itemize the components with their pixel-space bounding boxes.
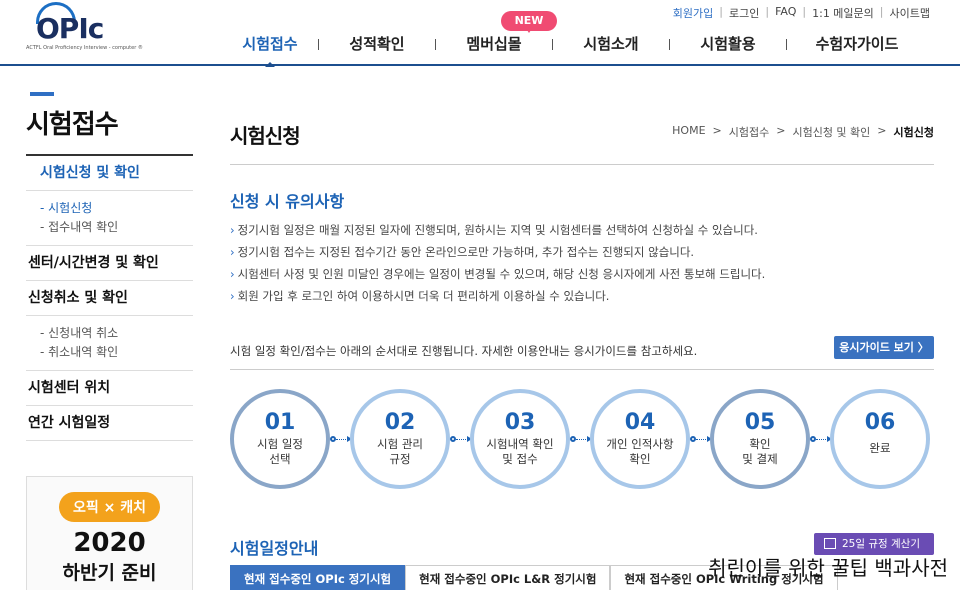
step-label: 확인 및 결제 <box>742 437 778 466</box>
page-title: 시험신청 <box>230 124 301 148</box>
new-badge: NEW <box>501 11 557 33</box>
util-separator: | <box>719 5 723 18</box>
sidebar-subitem-cancel-history[interactable]: - 취소내역 확인 <box>40 343 193 362</box>
breadcrumb: HOME > 시험접수 > 시험신청 및 확인 > 시험신청 <box>672 124 934 140</box>
sidebar-subitem-registration-history[interactable]: - 접수내역 확인 <box>40 218 193 237</box>
notice-item: › 정기시험 일정은 매월 지정된 일자에 진행되며, 원하시는 지역 및 시험센… <box>230 223 758 237</box>
step-6: 06 완료 <box>830 389 930 489</box>
login-link[interactable]: 로그인 <box>729 5 759 21</box>
banner-subtitle: 하반기 준비 <box>62 562 157 584</box>
sidebar-item-apply-check[interactable]: 시험신청 및 확인 <box>26 156 193 191</box>
notice-title: 신청 시 유의사항 <box>230 192 345 211</box>
step-number: 03 <box>504 410 536 435</box>
step-number: 04 <box>624 410 656 435</box>
mail-inquiry-link[interactable]: 1:1 메일문의 <box>812 5 874 21</box>
breadcrumb-separator: > <box>877 124 887 137</box>
arrow-icon: › <box>230 289 235 303</box>
notice-item: › 정기시험 접수는 지정된 접수기간 동안 온라인으로만 가능하며, 추가 접수… <box>230 245 695 259</box>
banner-pill: 오픽 × 캐치 <box>59 492 160 522</box>
nav-exam-intro[interactable]: 시험소개 <box>553 34 669 64</box>
sidebar-item-center-location[interactable]: 시험센터 위치 <box>26 371 193 406</box>
step-number: 05 <box>744 410 776 435</box>
main-nav: 시험접수 성적확인 멤버십몰 시험소개 시험활용 수험자가이드 <box>222 34 927 67</box>
notice-list: › 정기시험 일정은 매월 지정된 일자에 진행되며, 원하시는 지역 및 시험센… <box>230 219 765 307</box>
nav-exam-registration[interactable]: 시험접수 <box>222 34 318 67</box>
step-number: 01 <box>264 410 296 435</box>
tab-opic-regular[interactable]: 현재 접수중인 OPIc 정기시험 <box>230 565 406 590</box>
step-label: 시험 관리 규정 <box>377 437 423 466</box>
sidebar-item-annual-schedule[interactable]: 연간 시험일정 <box>26 406 193 441</box>
title-divider <box>230 164 934 165</box>
tab-opic-lr-regular[interactable]: 현재 접수중인 OPIc L&R 정기시험 <box>405 565 611 590</box>
step-label: 시험내역 확인 및 접수 <box>486 437 554 466</box>
arrow-icon: › <box>230 267 235 281</box>
guide-text: 시험 일정 확인/접수는 아래의 순서대로 진행됩니다. 자세한 이용안내는 응… <box>230 344 698 358</box>
breadcrumb-separator: > <box>776 124 786 137</box>
sidebar-subitem-apply[interactable]: - 시험신청 <box>40 199 193 218</box>
step-label: 완료 <box>869 441 891 455</box>
sidebar-accent-bar <box>30 92 54 96</box>
steps-divider <box>230 369 934 370</box>
step-4: 04 개인 인적사항 확인 <box>590 389 690 489</box>
sidebar-item-center-time-change[interactable]: 센터/시간변경 및 확인 <box>26 246 193 281</box>
step-number: 02 <box>384 410 416 435</box>
arrow-icon: › <box>230 223 235 237</box>
util-separator: | <box>765 5 770 18</box>
sitemap-link[interactable]: 사이트맵 <box>890 5 930 21</box>
util-separator: | <box>879 5 884 18</box>
nav-score-check[interactable]: 성적확인 <box>319 34 435 64</box>
breadcrumb-item[interactable]: 시험신청 및 확인 <box>792 124 870 140</box>
breadcrumb-separator: > <box>712 124 722 137</box>
step-label: 개인 인적사항 확인 <box>606 437 674 466</box>
arrow-icon: › <box>230 245 235 259</box>
step-label: 시험 일정 선택 <box>257 437 303 466</box>
step-number: 06 <box>864 410 896 435</box>
sidebar: 시험접수 시험신청 및 확인 - 시험신청 - 접수내역 확인 센터/시간변경 … <box>26 92 193 441</box>
watermark-text: 취린이를 위한 꿀팁 백과사전 <box>708 556 948 580</box>
calendar-icon <box>824 538 836 549</box>
step-2: 02 시험 관리 규정 <box>350 389 450 489</box>
notice-item: › 회원 가입 후 로그인 하여 이용하시면 더욱 더 편리하게 이용하실 수 있… <box>230 289 610 303</box>
notice-item: › 시험센터 사정 및 인원 미달인 경우에는 일정이 변경될 수 있으며, 해당… <box>230 267 766 281</box>
header: OPIc ACTFL Oral Proficiency Interview - … <box>0 0 960 67</box>
sidebar-submenu-apply: - 시험신청 - 접수내역 확인 <box>26 191 193 246</box>
utility-links: 회원가입 | 로그인 | FAQ | 1:1 메일문의 | 사이트맵 <box>673 5 930 21</box>
promo-banner[interactable]: 오픽 × 캐치 2020 하반기 준비 <box>26 476 193 590</box>
breadcrumb-home[interactable]: HOME <box>672 124 705 140</box>
sidebar-subitem-cancel-apply[interactable]: - 신청내역 취소 <box>40 324 193 343</box>
sidebar-item-cancel-check[interactable]: 신청취소 및 확인 <box>26 281 193 316</box>
step-1: 01 시험 일정 선택 <box>230 389 330 489</box>
sidebar-title: 시험접수 <box>26 104 193 156</box>
opic-logo[interactable]: OPIc ACTFL Oral Proficiency Interview - … <box>26 2 143 54</box>
breadcrumb-item[interactable]: 시험접수 <box>729 124 769 140</box>
logo-text: OPIc <box>36 12 104 45</box>
step-5: 05 확인 및 결제 <box>710 389 810 489</box>
nav-examinee-guide[interactable]: 수험자가이드 <box>787 34 927 64</box>
process-steps: 01 시험 일정 선택 02 시험 관리 규정 03 시험내역 확인 및 접수 04 … <box>230 389 934 489</box>
nav-exam-usage[interactable]: 시험활용 <box>670 34 786 64</box>
signup-link[interactable]: 회원가입 <box>673 5 713 21</box>
schedule-title: 시험일정안내 <box>230 539 319 558</box>
util-separator: | <box>802 5 807 18</box>
sidebar-submenu-cancel: - 신청내역 취소 - 취소내역 확인 <box>26 316 193 371</box>
banner-year: 2020 <box>73 528 146 558</box>
exam-guide-button[interactable]: 응시가이드 보기 〉 <box>834 336 934 359</box>
faq-link[interactable]: FAQ <box>775 5 796 21</box>
step-3: 03 시험내역 확인 및 접수 <box>470 389 570 489</box>
nav-membership-mall[interactable]: 멤버십몰 <box>436 34 552 64</box>
breadcrumb-current: 시험신청 <box>893 126 934 139</box>
logo-subtitle: ACTFL Oral Proficiency Interview - compu… <box>26 45 143 51</box>
